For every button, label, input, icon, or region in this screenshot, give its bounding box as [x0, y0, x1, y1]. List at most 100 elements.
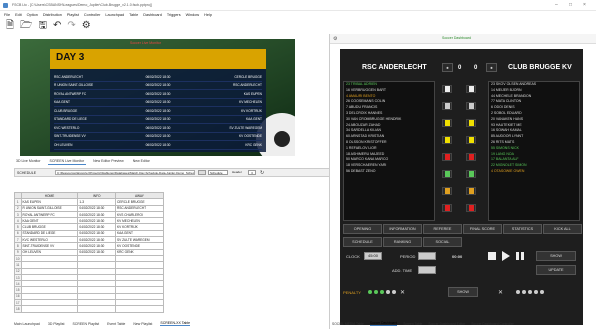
home-penalty-dots[interactable] — [368, 290, 398, 295]
undo-icon[interactable]: ↶ — [53, 21, 61, 31]
dashboard-tab[interactable]: Screen Table — [403, 322, 422, 326]
substitution-icon[interactable] — [466, 102, 476, 110]
redo-icon[interactable]: ↷ — [67, 21, 75, 31]
penalty-dot[interactable] — [528, 290, 532, 294]
dashboard-tab[interactable]: Soccer Dashboard — [369, 321, 398, 326]
red-card-icon[interactable] — [466, 153, 476, 161]
gear-icon[interactable]: ⚙ — [82, 21, 91, 31]
penalty-clear-icon[interactable]: ✕ — [400, 289, 405, 296]
yellow-card-icon[interactable] — [466, 119, 476, 127]
table-cell[interactable] — [77, 305, 116, 313]
bottom-tab[interactable]: 3D Playlist — [48, 322, 65, 326]
preview-tab[interactable]: New Editor Preview — [91, 158, 126, 165]
substitution-icon[interactable] — [442, 102, 452, 110]
penalty-dot[interactable] — [534, 290, 538, 294]
menu-item[interactable]: Table — [129, 13, 138, 17]
away-player-list[interactable]: 23 SKOV OLSEN ANDREAS 14 MEIJER BJORN 44 M… — [488, 81, 580, 221]
gear-icon[interactable]: ⚙ — [333, 36, 337, 42]
player-icon[interactable] — [466, 85, 476, 93]
menu-item[interactable]: Dashboard — [143, 13, 162, 17]
preview-tab[interactable]: SCREEN Live Monitor — [47, 158, 87, 165]
browse-button[interactable] — [198, 170, 206, 175]
preview-tab[interactable]: New Editor — [131, 158, 152, 165]
dashboard-tab[interactable]: SOCIAL MEDIA Table — [332, 322, 364, 326]
bottom-tab[interactable]: Main Launchpad — [14, 322, 40, 326]
penalty-clear-icon-away[interactable]: ✕ — [498, 289, 503, 296]
penalty-dot[interactable] — [374, 290, 378, 294]
graphic-button[interactable]: INFORMATION — [383, 224, 422, 234]
table-cell[interactable] — [20, 305, 79, 313]
clock-input[interactable]: 45:00 — [364, 252, 382, 260]
penalty-dot[interactable] — [540, 290, 544, 294]
yellow-card-icon[interactable] — [466, 136, 476, 144]
table-cell[interactable] — [114, 305, 165, 313]
yellow-card-icon[interactable] — [442, 119, 452, 127]
stop-icon[interactable] — [488, 252, 496, 260]
menu-item[interactable]: Controller — [84, 13, 100, 17]
bottom-tab[interactable]: SCREEN Playlist — [72, 322, 99, 326]
substitution-in-icon[interactable] — [442, 170, 452, 178]
graphic-button[interactable]: STATISTICS — [503, 224, 542, 234]
menu-item[interactable]: Playlist — [67, 13, 79, 17]
penalty-dot[interactable] — [380, 290, 384, 294]
graphic-button[interactable]: SCHEDULE — [343, 237, 382, 247]
graphic-button[interactable]: KICK ALL — [543, 224, 582, 234]
period-input[interactable] — [418, 252, 436, 260]
penalty-dot[interactable] — [522, 290, 526, 294]
yellow-card-icon[interactable] — [442, 136, 452, 144]
home-score-minus-button[interactable]: ± — [442, 63, 453, 72]
open-folder-icon[interactable]: 🗁 — [20, 21, 32, 31]
home-player-list[interactable]: 23 TRIBAL ADRIEN 16 VERBRUGGEN BART 4 AMAU… — [343, 81, 435, 221]
injury-icon[interactable] — [466, 204, 476, 212]
penalty-show-button[interactable]: SHOW — [448, 287, 478, 297]
menu-item[interactable]: Window — [186, 13, 200, 17]
bottom-tab[interactable]: Event Table — [107, 322, 125, 326]
refresh-icon[interactable]: ↻ — [260, 170, 264, 176]
preview-tab[interactable]: 3D Live Monitor — [14, 158, 43, 165]
file-path-field[interactable]: C:\Ressources\Exporter\Projects\Stable\e… — [55, 170, 195, 175]
clock-show-button[interactable]: SHOW — [536, 251, 576, 261]
table-row[interactable]: 18 — [14, 305, 165, 313]
graphic-button[interactable]: OPENING — [343, 224, 382, 234]
pause-icon[interactable] — [516, 252, 524, 260]
play-icon[interactable] — [502, 251, 510, 261]
menu-item[interactable]: Distribution — [43, 13, 62, 17]
penalty-dot[interactable] — [386, 290, 390, 294]
add-time-input[interactable] — [418, 266, 436, 274]
menu-item[interactable]: Option — [27, 13, 38, 17]
header-value[interactable]: 3 — [248, 170, 256, 175]
graphic-button[interactable]: SOCIAL — [423, 237, 462, 247]
substitution-in-icon[interactable] — [466, 170, 476, 178]
injury-icon[interactable] — [442, 204, 452, 212]
dashboard-tab[interactable]: Soccer Dashboard Controller — [471, 322, 514, 326]
graphic-button[interactable]: FINAL SCORE — [463, 224, 502, 234]
bottom-tab[interactable]: New Playlist — [133, 322, 152, 326]
player-list-item[interactable]: 4 OTASOWIE OWEN — [489, 169, 579, 175]
graphic-button[interactable]: RANKING — [383, 237, 422, 247]
bottom-tab[interactable]: SCREEN-XX Table — [160, 321, 191, 326]
menu-item[interactable]: Launchpad — [105, 13, 124, 17]
menu-item[interactable]: Edit — [15, 13, 22, 17]
sheet-select[interactable]: Schedule — [208, 170, 228, 175]
penalty-dot[interactable] — [368, 290, 372, 294]
minimize-icon[interactable]: – — [555, 2, 558, 8]
close-icon[interactable]: × — [583, 2, 586, 8]
red-card-icon[interactable] — [442, 153, 452, 161]
menu-item[interactable]: Triggers — [167, 13, 181, 17]
save-icon[interactable]: 🖫 — [38, 21, 47, 31]
substitution-out-icon[interactable] — [466, 187, 476, 195]
new-document-icon[interactable]: 🗎 — [6, 21, 14, 31]
player-icon[interactable] — [442, 85, 452, 93]
penalty-dot[interactable] — [516, 290, 520, 294]
menu-item[interactable]: Help — [204, 13, 212, 17]
away-penalty-dots[interactable] — [516, 290, 546, 295]
maximize-icon[interactable]: □ — [569, 2, 572, 8]
menu-item[interactable]: File — [4, 13, 10, 17]
substitution-out-icon[interactable] — [442, 187, 452, 195]
graphic-button[interactable]: REFEREE — [423, 224, 462, 234]
away-score-plus-button[interactable]: ± — [486, 63, 497, 72]
player-list-item[interactable]: 56 DEBAST ZENO — [344, 169, 434, 175]
update-button[interactable]: UPDATE — [536, 265, 576, 275]
penalty-dot[interactable] — [392, 290, 396, 294]
dashboard-tab[interactable]: Soccer Dashboard Editor — [428, 322, 465, 326]
